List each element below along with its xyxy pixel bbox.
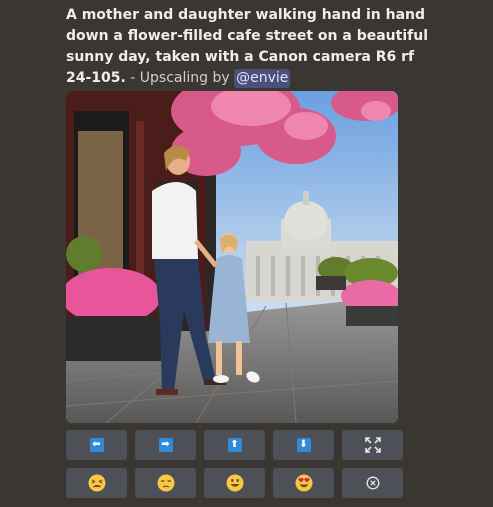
rate-unamused-face-button[interactable] [135, 468, 196, 498]
arrow-up-icon: ⬆ [227, 438, 242, 452]
rate-tired-face-button[interactable] [66, 468, 127, 498]
rate-heart-eyes-button[interactable] [273, 468, 334, 498]
rate-smiley-face-button[interactable] [204, 468, 265, 498]
pan-right-button[interactable]: ➡ [135, 430, 196, 460]
arrow-down-icon: ⬇ [296, 438, 311, 452]
tired-face-emoji-icon [88, 474, 105, 492]
pan-down-button[interactable]: ⬇ [273, 430, 334, 460]
expand-arrows-icon [364, 437, 381, 453]
generated-image[interactable] [66, 91, 398, 423]
arrow-right-icon: ➡ [158, 438, 173, 452]
unamused-face-emoji-icon [157, 474, 174, 492]
cancel-circle-icon [366, 476, 379, 490]
rating-button-row [66, 468, 403, 498]
street-scene-image [66, 91, 398, 423]
expand-button[interactable] [342, 430, 403, 460]
pan-left-button[interactable]: ⬅ [66, 430, 127, 460]
smiley-face-emoji-icon [226, 474, 243, 492]
arrow-left-icon: ⬅ [89, 438, 104, 452]
upscale-suffix: - Upscaling by [125, 70, 235, 86]
message-text: A mother and daughter walking hand in ha… [66, 5, 438, 89]
navigation-button-row: ⬅ ➡ ⬆ ⬇ [66, 430, 403, 460]
heart-eyes-emoji-icon [295, 474, 312, 492]
cancel-button[interactable] [342, 468, 403, 498]
pan-up-button[interactable]: ⬆ [204, 430, 265, 460]
user-mention[interactable]: @envie [234, 69, 291, 88]
